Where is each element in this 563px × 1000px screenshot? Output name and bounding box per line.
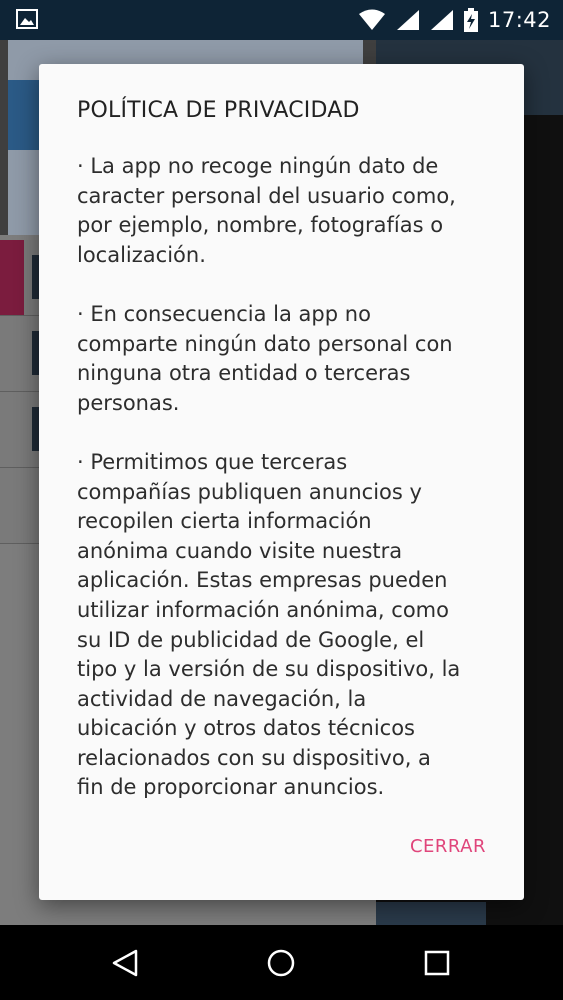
privacy-policy-dialog: POLÍTICA DE PRIVACIDAD · La app no recog… bbox=[39, 64, 524, 900]
recents-icon bbox=[424, 950, 450, 976]
policy-paragraph: · Permitimos que terceras compañías publ… bbox=[77, 449, 461, 798]
home-button[interactable] bbox=[261, 943, 301, 983]
home-icon bbox=[267, 949, 295, 977]
status-time: 17:42 bbox=[487, 8, 551, 32]
dialog-title: POLÍTICA DE PRIVACIDAD bbox=[77, 98, 360, 123]
wifi-icon bbox=[358, 9, 385, 30]
policy-paragraph: · En consecuencia la app no comparte nin… bbox=[77, 301, 453, 415]
status-bar: 17:42 bbox=[0, 0, 563, 40]
policy-paragraph: · La app no recoge ningún dato de caract… bbox=[77, 154, 456, 267]
battery-charging-icon bbox=[463, 8, 478, 32]
close-button[interactable]: CERRAR bbox=[410, 836, 486, 857]
recents-button[interactable] bbox=[417, 943, 457, 983]
signal-icon bbox=[430, 10, 453, 30]
signal-icon bbox=[396, 10, 419, 30]
image-notification-icon bbox=[16, 9, 38, 29]
back-button[interactable] bbox=[105, 943, 145, 983]
navigation-bar bbox=[0, 925, 563, 1000]
dialog-body-scroll[interactable]: · La app no recoge ningún dato de caract… bbox=[77, 152, 517, 798]
back-icon bbox=[112, 949, 138, 977]
status-icons: 17:42 bbox=[358, 0, 551, 40]
